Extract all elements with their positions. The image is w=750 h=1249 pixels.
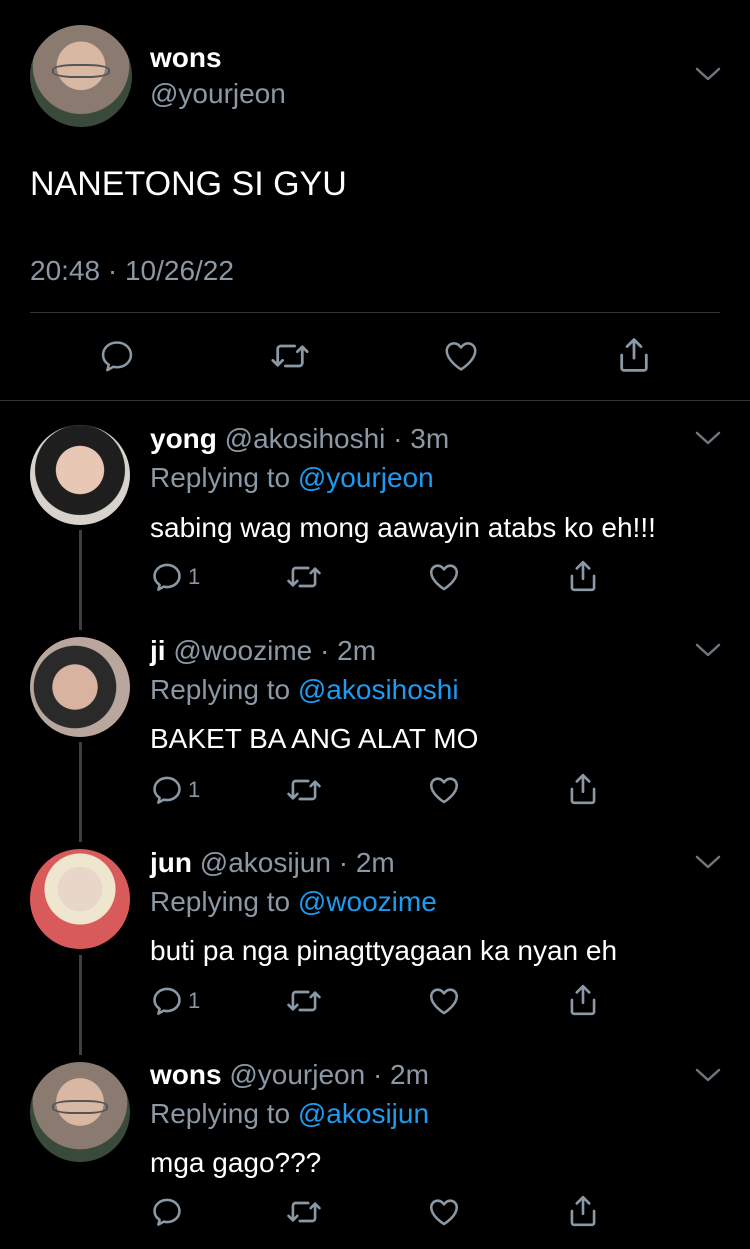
chevron-down-icon[interactable] xyxy=(694,636,722,664)
avatar-glasses xyxy=(52,63,110,79)
like-button[interactable] xyxy=(441,337,481,375)
reply-button[interactable] xyxy=(98,337,136,375)
reply-count: 1 xyxy=(188,777,201,802)
reply-header: wons @yourjeon · 2m xyxy=(150,1059,429,1091)
tweet-text: NANETONG SI GYU xyxy=(30,165,347,203)
author-name[interactable]: ji xyxy=(150,635,166,666)
thread-line xyxy=(79,530,82,630)
retweet-button[interactable] xyxy=(270,337,310,375)
reply-header: jun @akosijun · 2m xyxy=(150,847,395,879)
divider xyxy=(30,312,720,313)
share-icon xyxy=(570,1195,596,1227)
reply-header: ji @woozime · 2m xyxy=(150,635,376,667)
heart-icon xyxy=(445,342,477,371)
retweet-icon xyxy=(287,1201,321,1223)
reply-button[interactable] xyxy=(150,1195,188,1229)
chevron-down-icon[interactable] xyxy=(694,1061,722,1089)
author-name[interactable]: yong xyxy=(150,423,217,454)
thread-line xyxy=(79,955,82,1055)
replying-to-link[interactable]: @akosihoshi xyxy=(298,674,459,705)
replying-to: Replying to @woozime xyxy=(150,886,437,918)
share-icon xyxy=(570,984,596,1016)
retweet-icon xyxy=(287,566,321,588)
heart-icon xyxy=(429,777,459,804)
chevron-down-icon[interactable] xyxy=(694,424,722,452)
replying-prefix: Replying to xyxy=(150,886,291,917)
reply-button[interactable]: 1 xyxy=(150,773,200,807)
replying-to: Replying to @yourjeon xyxy=(150,462,434,494)
author-handle-time[interactable]: @akosihoshi · 3m xyxy=(225,423,450,454)
share-button[interactable] xyxy=(566,771,600,807)
retweet-button[interactable] xyxy=(286,560,322,594)
retweet-button[interactable] xyxy=(286,773,322,807)
retweet-icon xyxy=(287,990,321,1012)
share-icon xyxy=(570,773,596,805)
replying-prefix: Replying to xyxy=(150,674,291,705)
retweet-button[interactable] xyxy=(286,1195,322,1229)
thread-line xyxy=(79,742,82,842)
retweet-icon xyxy=(271,344,309,368)
avatar[interactable] xyxy=(30,849,130,949)
replying-to: Replying to @akosihoshi xyxy=(150,674,459,706)
reply-icon xyxy=(153,987,181,1015)
chevron-down-icon[interactable] xyxy=(694,60,722,88)
reply-count: 1 xyxy=(188,564,201,589)
like-button[interactable] xyxy=(426,1195,462,1229)
author-name[interactable]: wons xyxy=(150,42,222,74)
share-button[interactable] xyxy=(566,558,600,594)
retweet-icon xyxy=(287,779,321,801)
reply-count: 1 xyxy=(188,988,201,1013)
reply-icon xyxy=(153,1198,181,1226)
like-button[interactable] xyxy=(426,984,462,1018)
like-button[interactable] xyxy=(426,773,462,807)
replying-to-link[interactable]: @woozime xyxy=(298,886,437,917)
like-button[interactable] xyxy=(426,560,462,594)
retweet-button[interactable] xyxy=(286,984,322,1018)
author-handle[interactable]: @yourjeon xyxy=(150,78,286,110)
replying-to: Replying to @akosijun xyxy=(150,1098,429,1130)
reply-icon xyxy=(153,563,181,591)
replying-to-link[interactable]: @akosijun xyxy=(298,1098,429,1129)
reply-icon xyxy=(101,341,133,372)
reply-button[interactable]: 1 xyxy=(150,560,200,594)
reply-text: mga gago??? xyxy=(150,1147,322,1178)
author-handle-time[interactable]: @yourjeon · 2m xyxy=(229,1059,429,1090)
share-button[interactable] xyxy=(566,982,600,1018)
avatar[interactable] xyxy=(30,1062,130,1162)
share-icon xyxy=(570,560,596,592)
reply-text: sabing wag mong aawayin atabs ko eh!!! xyxy=(150,512,656,543)
author-handle-time[interactable]: @akosijun · 2m xyxy=(200,847,395,878)
avatar[interactable] xyxy=(30,425,130,525)
avatar[interactable] xyxy=(30,637,130,737)
avatar[interactable] xyxy=(30,25,132,127)
heart-icon xyxy=(429,1199,459,1226)
heart-icon xyxy=(429,564,459,591)
replying-to-link[interactable]: @yourjeon xyxy=(298,462,434,493)
tweet-timestamp[interactable]: 20:48 · 10/26/22 xyxy=(30,255,234,287)
share-button[interactable] xyxy=(615,335,653,375)
chevron-down-icon[interactable] xyxy=(694,848,722,876)
reply-text: buti pa nga pinagttyagaan ka nyan eh xyxy=(150,935,618,966)
author-handle-time[interactable]: @woozime · 2m xyxy=(173,635,376,666)
author-name[interactable]: jun xyxy=(150,847,192,878)
reply-button[interactable]: 1 xyxy=(150,984,200,1018)
share-icon xyxy=(620,338,648,372)
avatar-glasses xyxy=(52,1100,108,1114)
divider xyxy=(0,400,750,401)
replying-prefix: Replying to xyxy=(150,1098,291,1129)
reply-text: BAKET BA ANG ALAT MO xyxy=(150,723,479,754)
share-button[interactable] xyxy=(566,1193,600,1229)
reply-icon xyxy=(153,776,181,804)
replying-prefix: Replying to xyxy=(150,462,291,493)
reply-header: yong @akosihoshi · 3m xyxy=(150,423,449,455)
heart-icon xyxy=(429,988,459,1015)
author-name[interactable]: wons xyxy=(150,1059,222,1090)
